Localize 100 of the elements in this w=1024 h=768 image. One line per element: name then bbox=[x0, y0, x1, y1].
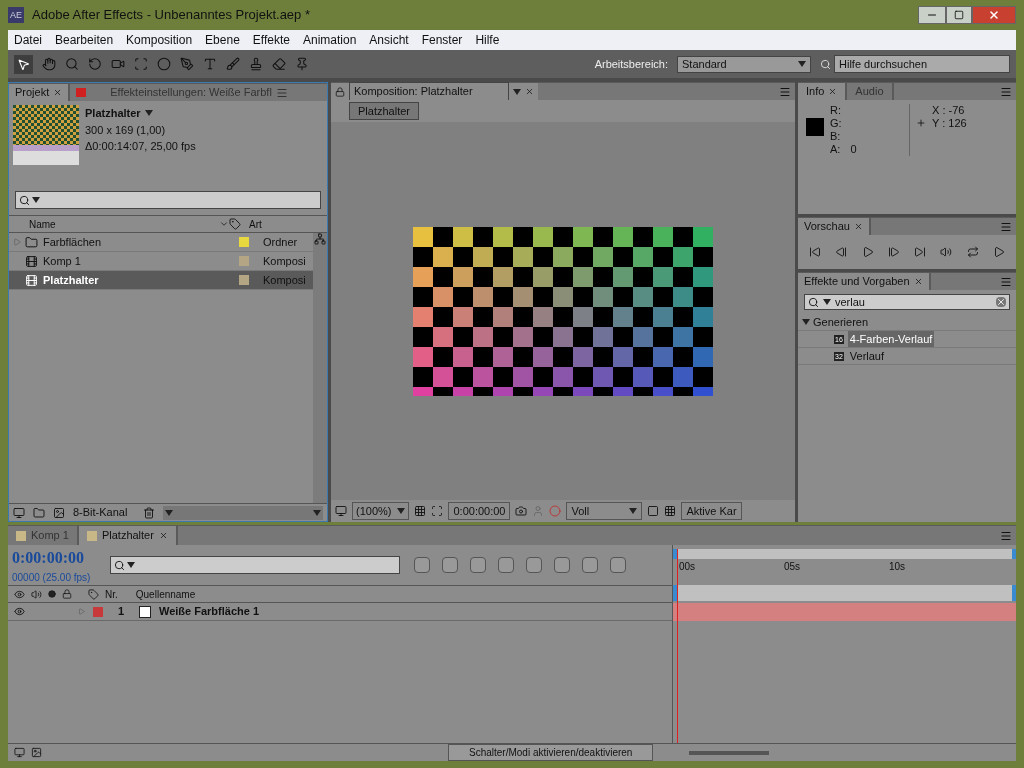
close-icon[interactable] bbox=[853, 222, 863, 231]
next-frame-icon[interactable] bbox=[887, 246, 900, 258]
pin-tool-icon[interactable] bbox=[295, 57, 309, 71]
transparency-grid-icon[interactable] bbox=[664, 505, 677, 517]
panel-tab[interactable]: Info bbox=[798, 83, 846, 100]
rotate-tool-icon[interactable] bbox=[88, 57, 102, 71]
menu-item[interactable]: Ansicht bbox=[369, 31, 409, 49]
item-duration: Δ0:00:14:07, 25,00 fps bbox=[85, 139, 196, 154]
close-button[interactable] bbox=[972, 6, 1016, 24]
minimize-button[interactable] bbox=[918, 6, 946, 24]
loop-icon[interactable] bbox=[966, 246, 979, 258]
panel-menu-icon[interactable] bbox=[1000, 85, 1012, 98]
current-time-field[interactable]: 0:00:00:00 bbox=[448, 501, 511, 521]
bit-depth-button[interactable]: 8-Bit-Kanal bbox=[73, 504, 128, 521]
grid-icon[interactable] bbox=[414, 505, 427, 517]
caret-icon bbox=[513, 88, 521, 95]
stamp-tool-icon[interactable] bbox=[249, 57, 263, 71]
project-row[interactable]: Farbflächen Ordner bbox=[9, 233, 313, 252]
eraser-tool-icon[interactable] bbox=[272, 57, 286, 71]
toggle-switches-button[interactable]: Schalter/Modi aktivieren/deaktivieren bbox=[448, 744, 654, 761]
menu-item[interactable]: Hilfe bbox=[475, 31, 500, 49]
interpret-footage-icon[interactable] bbox=[13, 506, 25, 519]
help-search-field[interactable]: Hilfe durchsuchen bbox=[834, 55, 1010, 73]
modes-icon[interactable] bbox=[31, 747, 42, 758]
magnification-dropdown[interactable]: (100%) bbox=[352, 501, 410, 521]
close-icon[interactable] bbox=[913, 277, 923, 286]
item-name: Platzhalter bbox=[43, 272, 100, 288]
panel-menu-icon[interactable] bbox=[1000, 220, 1012, 233]
camera-tool-icon[interactable] bbox=[111, 57, 125, 71]
pan-behind-tool-icon[interactable] bbox=[134, 57, 148, 71]
menu-item[interactable]: Fenster bbox=[421, 31, 463, 49]
work-area-bar[interactable] bbox=[673, 549, 1016, 559]
channel-label: G: bbox=[830, 117, 842, 130]
time-navigator[interactable] bbox=[673, 585, 1016, 601]
effect-item[interactable]: Verlauf bbox=[847, 347, 887, 365]
workspace-dropdown[interactable]: Standard bbox=[677, 55, 811, 73]
breadcrumb-button[interactable]: Platzhalter bbox=[349, 101, 419, 121]
panel-menu-icon[interactable] bbox=[275, 86, 288, 99]
panel-tab[interactable]: Projekt bbox=[9, 84, 69, 101]
layer-switches-icon[interactable] bbox=[14, 747, 25, 758]
always-preview-icon[interactable] bbox=[335, 505, 347, 517]
color-channels-icon[interactable] bbox=[549, 505, 562, 517]
ram-preview-icon[interactable] bbox=[992, 246, 1005, 258]
menu-item[interactable]: Ebene bbox=[205, 31, 240, 49]
menu-item[interactable]: Effekte bbox=[252, 31, 290, 49]
visibility-toggle[interactable] bbox=[14, 605, 26, 618]
new-folder-icon[interactable] bbox=[33, 506, 45, 519]
first-frame-icon[interactable] bbox=[809, 246, 822, 258]
caret-icon bbox=[798, 61, 806, 67]
play-icon[interactable] bbox=[861, 246, 874, 258]
composition-icon bbox=[25, 254, 38, 268]
menu-item[interactable]: Animation bbox=[302, 31, 357, 49]
scroll-bar[interactable] bbox=[313, 233, 327, 503]
panel-tab[interactable]: Komp 1 bbox=[8, 526, 77, 545]
layer-row[interactable]: 1 Weiße Farbfläche 1 bbox=[8, 603, 672, 621]
pen-tool-icon[interactable] bbox=[180, 57, 194, 71]
zoom-tool-icon[interactable] bbox=[65, 57, 79, 71]
resolution-dropdown[interactable]: Voll bbox=[566, 501, 643, 521]
camera-icon[interactable] bbox=[515, 505, 528, 517]
horizontal-scroll-bar[interactable] bbox=[163, 505, 323, 520]
panel-menu-icon[interactable] bbox=[1000, 275, 1012, 288]
panel-tab[interactable]: Audio bbox=[847, 83, 892, 100]
menu-item[interactable]: Datei bbox=[14, 31, 42, 49]
brush-tool-icon[interactable] bbox=[226, 57, 240, 71]
panel-menu-icon[interactable] bbox=[779, 85, 791, 98]
panel-tab[interactable]: Komposition: Platzhalter bbox=[331, 83, 538, 100]
previous-frame-icon[interactable] bbox=[835, 246, 848, 258]
panel-tab[interactable]: Vorschau bbox=[798, 218, 869, 235]
maximize-button[interactable] bbox=[946, 6, 972, 24]
column-header[interactable]: Name bbox=[9, 216, 219, 232]
project-row[interactable]: Platzhalter Komposi bbox=[9, 271, 313, 290]
effects-search-field[interactable]: verlau bbox=[804, 294, 1010, 310]
person-icon bbox=[532, 505, 545, 517]
panel-menu-icon[interactable] bbox=[1000, 529, 1012, 542]
panel-tab[interactable]: Effekte und Vorgaben bbox=[798, 273, 929, 290]
hand-tool-icon[interactable] bbox=[42, 57, 56, 71]
camera-dropdown[interactable]: Aktive Kar bbox=[681, 501, 742, 521]
text-tool-icon[interactable] bbox=[203, 57, 217, 71]
menu-item[interactable]: Bearbeiten bbox=[55, 31, 114, 49]
menu-item[interactable]: Komposition bbox=[126, 31, 193, 49]
panel-tab[interactable]: Platzhalter bbox=[78, 526, 176, 545]
close-icon[interactable] bbox=[525, 87, 534, 96]
close-icon[interactable] bbox=[828, 87, 838, 96]
close-icon[interactable] bbox=[158, 531, 168, 540]
close-icon[interactable] bbox=[53, 88, 63, 97]
clear-search-icon[interactable] bbox=[996, 297, 1006, 307]
new-composition-icon[interactable] bbox=[53, 506, 65, 519]
column-header[interactable]: Art bbox=[241, 216, 262, 232]
last-frame-icon[interactable] bbox=[914, 246, 927, 258]
caret-icon bbox=[127, 562, 135, 568]
panel-tab[interactable]: Effekteinstellungen: Weiße Farbfl bbox=[70, 84, 327, 101]
trash-icon[interactable] bbox=[143, 506, 156, 519]
pointer-icon bbox=[17, 57, 30, 71]
mask-icon[interactable] bbox=[431, 505, 444, 517]
region-icon[interactable] bbox=[647, 505, 660, 517]
audio-icon[interactable] bbox=[940, 246, 953, 258]
project-search-field[interactable] bbox=[15, 191, 321, 209]
selection-tool[interactable] bbox=[14, 54, 33, 74]
timeline-search-field[interactable] bbox=[110, 556, 400, 574]
ellipse-tool-icon[interactable] bbox=[157, 57, 171, 71]
